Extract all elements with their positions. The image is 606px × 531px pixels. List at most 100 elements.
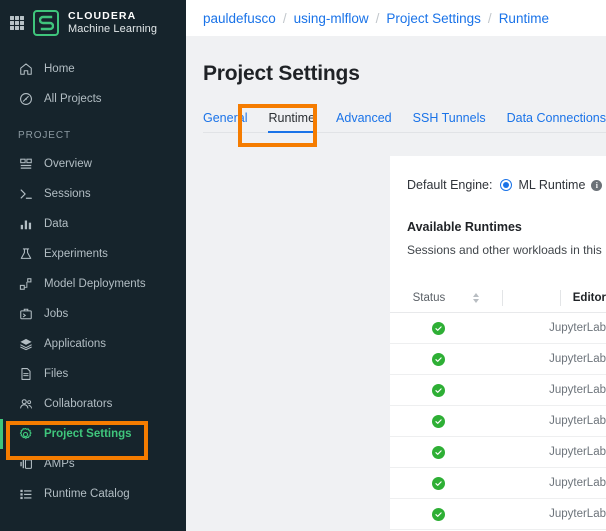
gear-icon (18, 427, 33, 442)
sidebar-item-collaborators[interactable]: Collaborators (0, 389, 186, 419)
flask-icon (18, 247, 33, 262)
page-body: Project Settings General Runtime Advance… (186, 62, 606, 133)
table-row[interactable]: JupyterLab (390, 499, 606, 530)
file-icon (18, 367, 33, 382)
breadcrumb-item-project[interactable]: using-mlflow (294, 11, 369, 26)
sidebar-item-label: Runtime Catalog (44, 488, 130, 500)
tab-ssh-tunnels[interactable]: SSH Tunnels (413, 111, 486, 132)
sidebar-item-label: Collaborators (44, 398, 113, 410)
available-runtimes-description: Sessions and other workloads in this Pro… (407, 243, 606, 257)
table-row[interactable]: JupyterLab (390, 313, 606, 344)
check-circle-icon (431, 445, 445, 459)
breadcrumb-item-runtime[interactable]: Runtime (499, 11, 549, 26)
runtimes-table: Status Editor JupyterLab JupyterLab Jupy… (390, 283, 606, 530)
radio-ml-runtime[interactable]: ML Runtime i (500, 178, 603, 192)
sidebar-item-label: Sessions (44, 188, 91, 200)
sidebar-item-experiments[interactable]: Experiments (0, 239, 186, 269)
cell-editor: JupyterLab (549, 322, 606, 334)
sidebar-item-overview[interactable]: Overview (0, 149, 186, 179)
sidebar-item-label: Files (44, 368, 69, 380)
breadcrumb: pauldefusco / using-mlflow / Project Set… (186, 0, 606, 36)
default-engine-row: Default Engine: ML Runtime i Legacy Engi… (390, 156, 606, 192)
breadcrumb-separator: / (282, 10, 287, 26)
column-header-status-label: Status (412, 291, 446, 304)
cell-status (390, 383, 487, 397)
brand-header[interactable]: CLOUDERA Machine Learning (0, 0, 186, 46)
cell-status (390, 476, 487, 490)
sidebar-item-label: Experiments (44, 248, 108, 260)
sidebar-item-model-deployments[interactable]: Model Deployments (0, 269, 186, 299)
breadcrumb-separator: / (487, 10, 492, 26)
info-icon[interactable]: i (591, 179, 603, 191)
brand-line-1: CLOUDERA (68, 9, 137, 22)
default-engine-label: Default Engine: (407, 178, 493, 192)
sidebar-item-all-projects[interactable]: All Projects (0, 84, 186, 114)
sidebar-item-label: Project Settings (44, 428, 132, 440)
nodes-icon (18, 277, 33, 292)
sidebar-item-home[interactable]: Home (0, 54, 186, 84)
table-row[interactable]: JupyterLab (390, 406, 606, 437)
sidebar-item-label: AMPs (44, 458, 75, 470)
people-icon (18, 397, 33, 412)
check-circle-icon (431, 321, 445, 335)
brand-line-2: Machine Learning (68, 22, 158, 35)
main-content: pauldefusco / using-mlflow / Project Set… (186, 0, 606, 531)
page-title: Project Settings (203, 62, 360, 85)
column-header-status[interactable]: Status (390, 283, 502, 312)
sidebar-item-applications[interactable]: Applications (0, 329, 186, 359)
sidebar-item-label: Applications (44, 338, 107, 350)
table-row[interactable]: JupyterLab (390, 437, 606, 468)
sidebar-item-jobs[interactable]: Jobs (0, 299, 186, 329)
app-grid-icon[interactable] (10, 16, 24, 30)
cloudera-logo-icon (33, 10, 59, 36)
cell-editor: JupyterLab (549, 415, 606, 427)
check-circle-icon (431, 383, 445, 397)
radio-ml-runtime-control[interactable] (500, 179, 513, 191)
available-runtimes-heading: Available Runtimes (407, 220, 522, 234)
tab-advanced[interactable]: Advanced (336, 111, 392, 132)
sidebar-item-project-settings[interactable]: Project Settings (0, 419, 186, 449)
application-window: CLOUDERA Machine Learning Home All Proje… (0, 0, 606, 531)
tab-general[interactable]: General (203, 111, 247, 132)
sidebar-item-runtime-catalog[interactable]: Runtime Catalog (0, 479, 186, 509)
sidebar-item-label: All Projects (44, 93, 102, 105)
cell-status (390, 352, 487, 366)
column-header-blank (503, 283, 561, 312)
sidebar-item-files[interactable]: Files (0, 359, 186, 389)
table-row[interactable]: JupyterLab (390, 468, 606, 499)
check-circle-icon (431, 414, 445, 428)
sidebar-item-label: Data (44, 218, 69, 230)
breadcrumb-item-user[interactable]: pauldefusco (203, 11, 276, 26)
radio-ml-runtime-label: ML Runtime (518, 178, 586, 192)
sidebar-item-label: Overview (44, 158, 92, 170)
breadcrumb-separator: / (375, 10, 380, 26)
terminal-icon (18, 187, 33, 202)
runtime-settings-card: Default Engine: ML Runtime i Legacy Engi… (390, 156, 606, 531)
cell-status (390, 414, 487, 428)
sidebar-item-sessions[interactable]: Sessions (0, 179, 186, 209)
sidebar-item-data[interactable]: Data (0, 209, 186, 239)
cell-status (390, 507, 487, 521)
amps-icon (18, 457, 33, 472)
cell-editor: JupyterLab (549, 477, 606, 489)
cell-editor: JupyterLab (549, 508, 606, 520)
sidebar-item-label: Model Deployments (44, 278, 146, 290)
cell-status (390, 321, 487, 335)
settings-tabs: General Runtime Advanced SSH Tunnels Dat… (203, 107, 606, 133)
tab-runtime[interactable]: Runtime (268, 111, 315, 133)
brand-text: CLOUDERA Machine Learning (68, 9, 158, 35)
list-icon (18, 487, 33, 502)
layers-icon (18, 337, 33, 352)
tab-data-connections[interactable]: Data Connections (507, 111, 606, 132)
cell-editor: JupyterLab (549, 446, 606, 458)
check-circle-icon (431, 352, 445, 366)
sidebar-item-label: Home (44, 63, 75, 75)
column-header-editor[interactable]: Editor (561, 283, 606, 312)
sidebar-item-amps[interactable]: AMPs (0, 449, 186, 479)
cell-status (390, 445, 487, 459)
table-row[interactable]: JupyterLab (390, 375, 606, 406)
sort-arrows-icon[interactable] (473, 292, 480, 303)
table-row[interactable]: JupyterLab (390, 344, 606, 375)
sidebar-section-project: PROJECT (18, 130, 71, 141)
breadcrumb-item-settings[interactable]: Project Settings (386, 11, 481, 26)
